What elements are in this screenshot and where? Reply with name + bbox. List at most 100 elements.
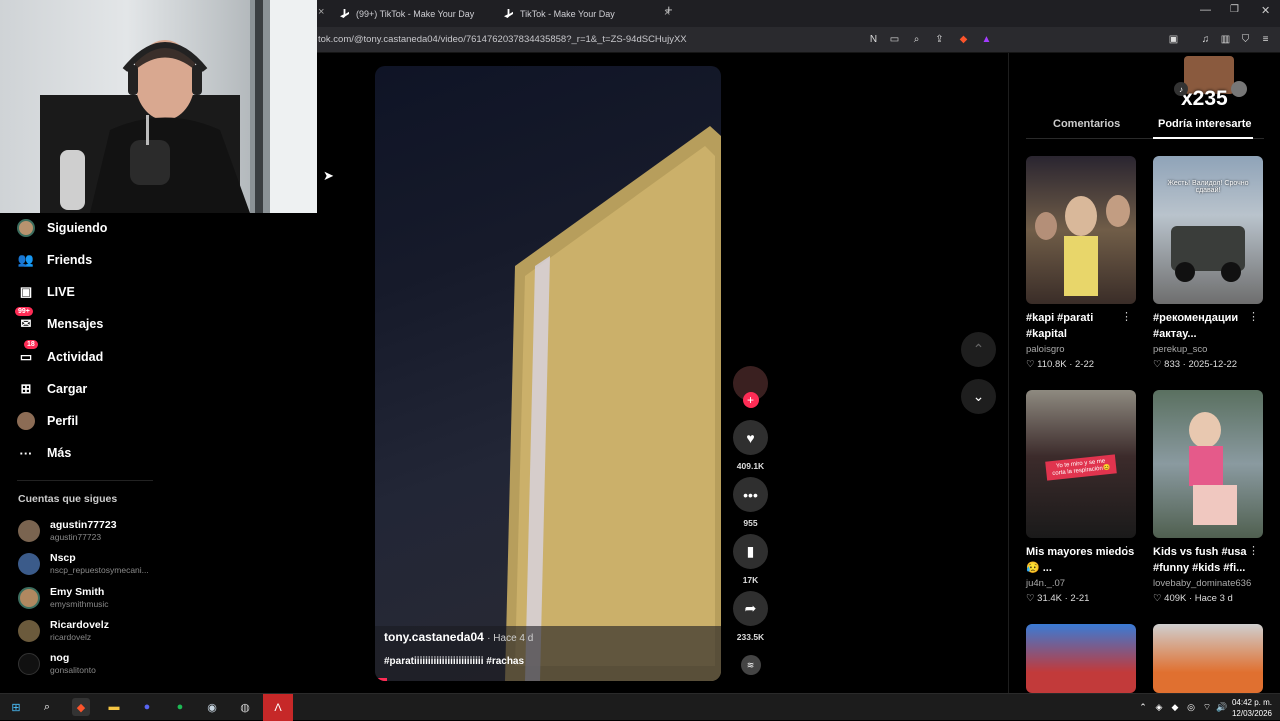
save-button[interactable]: ▮ 17K [733, 534, 768, 585]
more-options-icon[interactable]: ⋮ [1121, 310, 1132, 323]
video-thumbnail [1026, 624, 1136, 693]
account-handle: emysmithmusic [50, 599, 109, 609]
account-handle: gonsalitonto [50, 665, 96, 675]
video-author: tony.castaneda04 · Hace 4 d [384, 630, 533, 644]
tab-close-icon[interactable]: × [318, 4, 328, 23]
sidebar-item-label: Cargar [47, 382, 88, 396]
next-video-button[interactable]: ⌄ [961, 379, 996, 414]
media-icon[interactable]: ♫ [1199, 33, 1212, 46]
zoom-icon[interactable]: ⌕ [910, 33, 923, 46]
messages-badge: 99+ [15, 307, 33, 316]
account-item[interactable]: Ricardovelz ricardovelz [18, 619, 109, 642]
app-icon[interactable]: Λ [263, 694, 293, 721]
tab-podria-interesarte[interactable]: Podría interesarte [1158, 118, 1252, 130]
brave-browser-icon[interactable]: ◆ [72, 698, 90, 716]
restore-icon[interactable]: ❐ [1230, 4, 1239, 15]
avatar [18, 619, 40, 642]
video-card[interactable]: Kids vs fush #usa #funny #kids #fi... lo… [1153, 390, 1263, 604]
author-avatar-button[interactable]: + [733, 366, 768, 408]
close-window-icon[interactable]: ✕ [1261, 4, 1270, 17]
sidebar-item-friends[interactable]: 👥 Friends [17, 251, 92, 269]
tiktok-icon [504, 9, 513, 18]
share-icon[interactable]: ⇪ [933, 33, 946, 46]
minimize-icon[interactable]: — [1200, 4, 1211, 16]
windows-start-icon[interactable]: ⊞ [7, 698, 25, 716]
video-thumbnail [1153, 624, 1263, 693]
follow-plus-icon[interactable]: + [742, 392, 759, 408]
sidebar-item-label: Más [47, 446, 72, 460]
new-tab-icon[interactable]: + [665, 2, 673, 17]
volume-icon[interactable]: 🔊 [1213, 698, 1231, 716]
video-thumbnail: Жесть! Валидол! Срочно сдавай! [1153, 156, 1263, 304]
video-caption[interactable]: #paratiiiiiiiiiiiiiiiiiiiiiiiii #rachas [384, 656, 524, 667]
card-author: ju4n._.07 [1026, 578, 1066, 589]
sidebar-item-label: Actividad [47, 350, 104, 364]
account-name: Emy Smith [50, 586, 105, 598]
more-options-icon[interactable]: ⋮ [1248, 544, 1259, 557]
webcam-overlay [0, 0, 317, 213]
reader-icon[interactable]: N [867, 33, 880, 46]
sidebar-item-perfil[interactable]: Perfil [17, 412, 78, 430]
sidebar-toggle-icon[interactable]: ▣ [1167, 33, 1180, 46]
cast-icon[interactable]: ▭ [888, 33, 901, 46]
music-icon[interactable]: ♪ [1174, 82, 1188, 96]
spotify-icon[interactable]: ● [171, 698, 189, 716]
sidebar-item-mensajes[interactable]: ✉ 99+ Mensajes [15, 307, 103, 333]
brave-shield-icon[interactable]: ◆ [957, 33, 970, 46]
account-item[interactable]: Nscp nscp_repuestosymecani... [18, 552, 149, 575]
avatar [18, 652, 40, 675]
system-clock[interactable]: 04:42 p. m. 12/03/2026 [1232, 697, 1272, 719]
more-icon: ··· [19, 445, 33, 461]
discord-icon[interactable]: ● [138, 698, 156, 716]
share-button[interactable]: ➦ 233.5K [733, 591, 768, 642]
rewards-icon[interactable]: ▲ [980, 33, 993, 46]
more-options-icon[interactable]: ⋮ [1121, 544, 1132, 557]
video-player[interactable]: tony.castaneda04 · Hace 4 d #paratiiiiii… [375, 66, 721, 681]
video-card[interactable]: #kapi #parati #kapital paloisgro ♡ 110.8… [1026, 156, 1136, 370]
card-title: #рекомендации #актау... [1153, 312, 1239, 340]
music-button[interactable]: ≋ [733, 655, 768, 675]
sidebar-item-siguiendo[interactable]: Siguiendo [17, 219, 107, 237]
tab-comentarios[interactable]: Comentarios [1053, 118, 1120, 130]
video-card[interactable]: Yo te miro y se me corta la respiración😊… [1026, 390, 1136, 604]
right-panel: x235 ♪ Comentarios Podría interesarte #k… [1008, 53, 1280, 693]
video-card[interactable] [1153, 624, 1263, 693]
video-thumbnail [1026, 156, 1136, 304]
tab-tiktok-1[interactable]: (99+) TikTok - Make Your Day [336, 4, 496, 23]
vpn-icon[interactable]: ⛉ [1239, 33, 1252, 46]
more-options-icon[interactable]: ⋮ [1248, 310, 1259, 323]
sidebar-item-actividad[interactable]: ▭ 18 Actividad [17, 340, 104, 366]
comment-button[interactable]: ••• 955 [733, 477, 768, 528]
account-item[interactable]: Emy Smith emysmithmusic [18, 586, 109, 609]
sidebar-item-cargar[interactable]: ⊞ Cargar [17, 380, 88, 398]
url-field[interactable]: tok.com/@tony.castaneda04/video/76147620… [318, 34, 687, 45]
sidebar-item-mas[interactable]: ··· Más [17, 444, 72, 462]
menu-icon[interactable]: ≡ [1259, 33, 1272, 46]
panel-icon[interactable]: ▥ [1219, 33, 1232, 46]
account-item[interactable]: agustin77723 agustin77723 [18, 519, 117, 542]
share-count: 233.5K [736, 632, 765, 642]
chevron-up-icon: ⌃ [972, 341, 985, 357]
following-title: Cuentas que sigues [18, 493, 118, 505]
video-card[interactable]: Жесть! Валидол! Срочно сдавай! #рекоменд… [1153, 156, 1263, 370]
author-name[interactable]: tony.castaneda04 [384, 630, 484, 644]
card-title: Kids vs fush #usa #funny #kids #fi... [1153, 546, 1247, 574]
video-time: · Hace 4 d [487, 633, 534, 644]
card-title: #kapi #parati #kapital [1026, 312, 1094, 340]
previous-video-button[interactable]: ⌃ [961, 332, 996, 367]
tab-tiktok-2[interactable]: TikTok - Make Your Day × [500, 4, 680, 23]
share-arrow-icon: ➦ [733, 591, 768, 626]
steam-icon[interactable]: ◉ [203, 698, 221, 716]
search-icon[interactable]: ⌕ [38, 698, 56, 716]
activity-badge: 18 [24, 340, 38, 349]
music-disc-icon: ≋ [740, 655, 761, 675]
obs-icon[interactable]: ◍ [236, 698, 254, 716]
chevron-down-icon: ⌄ [972, 388, 985, 404]
comment-icon: ••• [733, 477, 768, 512]
sidebar-item-live[interactable]: ▣ LIVE [17, 283, 75, 301]
file-explorer-icon[interactable]: ▬ [105, 698, 123, 716]
account-item[interactable]: nog gonsalitonto [18, 652, 96, 675]
like-button[interactable]: ♥ 409.1K [733, 420, 768, 471]
clock-date: 12/03/2026 [1231, 709, 1272, 718]
video-card[interactable] [1026, 624, 1136, 693]
